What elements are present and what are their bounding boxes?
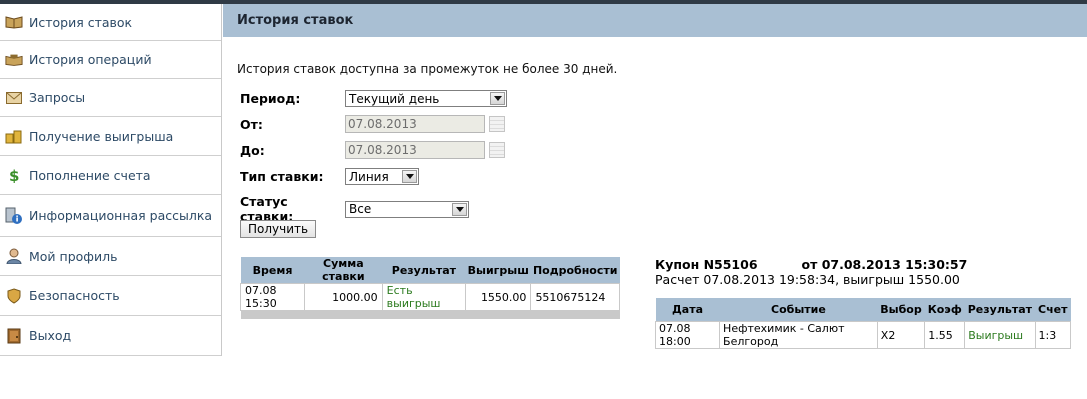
- to-date-value: 07.08.2013: [348, 143, 417, 157]
- coupon-heading: Купон N55106 от 07.08.2013 15:30:57: [655, 257, 967, 272]
- column-header: Результат: [382, 257, 466, 284]
- to-date-input[interactable]: 07.08.2013: [345, 141, 485, 159]
- cell-choice: X2: [876, 321, 926, 349]
- cell-coef: 1.55: [924, 321, 966, 349]
- sidebar: История ставок История операций Запросы …: [0, 4, 222, 356]
- column-header: Подробности: [530, 257, 620, 284]
- column-header: Результат: [964, 298, 1036, 322]
- bets-table: Время Сумма ставки Результат Выигрыш Под…: [239, 257, 620, 319]
- cell-event: Нефтехимик - Салют Белгород: [719, 321, 878, 349]
- from-label: От:: [240, 116, 263, 132]
- period-value: Текущий день: [349, 91, 440, 106]
- cell-score: 1:3: [1034, 321, 1072, 349]
- bet-type-row: Тип ставки: Линия: [240, 168, 419, 185]
- shield-icon: [5, 287, 23, 304]
- cell-result: Есть выигрыш: [381, 283, 467, 311]
- sidebar-item-label: Получение выигрыша: [29, 128, 174, 144]
- column-header: Время: [240, 257, 305, 284]
- table-row[interactable]: 07.08 15:30 1000.00 Есть выигрыш 1550.00…: [239, 283, 620, 311]
- chevron-down-icon: [402, 170, 417, 183]
- bet-type-select[interactable]: Линия: [345, 168, 419, 185]
- column-header: Дата: [655, 298, 720, 322]
- column-header: Выбор: [877, 298, 925, 322]
- page-title: История ставок: [237, 13, 354, 28]
- sidebar-item-profile[interactable]: Мой профиль: [0, 237, 221, 276]
- cell-time: 07.08 15:30: [239, 283, 306, 311]
- chevron-down-icon: [452, 202, 467, 216]
- from-date-input[interactable]: 07.08.2013: [345, 115, 485, 133]
- page-header: История ставок: [223, 4, 1087, 37]
- calendar-icon[interactable]: [489, 116, 505, 132]
- column-header: Сумма ставки: [304, 257, 383, 284]
- coupon-settlement: Расчет 07.08.2013 19:58:34, выигрыш 1550…: [655, 272, 960, 287]
- table-footer: [240, 310, 620, 319]
- period-row: Период: Текущий день: [240, 90, 507, 107]
- sidebar-item-newsletter[interactable]: Информационная рассылка: [0, 195, 221, 237]
- sidebar-item-label: Пополнение счета: [29, 167, 151, 183]
- svg-text:$: $: [9, 167, 19, 183]
- column-header: Счет: [1035, 298, 1071, 322]
- submit-button[interactable]: Получить: [240, 220, 317, 238]
- sidebar-item-label: Запросы: [29, 90, 86, 105]
- coins-icon: [5, 128, 23, 144]
- chevron-down-icon: [490, 92, 505, 105]
- column-header: Выигрыш: [465, 257, 531, 284]
- sidebar-item-logout[interactable]: Выход: [0, 316, 221, 356]
- coupon-date: от 07.08.2013 15:30:57: [801, 257, 968, 272]
- coupon-number: Купон N55106: [655, 257, 758, 272]
- book-icon: [5, 14, 23, 30]
- bet-status-value: Все: [349, 202, 372, 216]
- sidebar-item-label: Выход: [29, 328, 72, 343]
- period-select[interactable]: Текущий день: [345, 90, 507, 107]
- sidebar-item-requests[interactable]: Запросы: [0, 79, 221, 117]
- coupon-details: Купон N55106 от 07.08.2013 15:30:57 Расч…: [655, 257, 967, 287]
- table-header-row: Дата Событие Выбор Коэф Результат Счет: [655, 298, 1071, 322]
- sidebar-item-label: История ставок: [29, 14, 133, 30]
- envelope-icon: [5, 90, 23, 106]
- dollar-icon: $: [5, 167, 23, 183]
- column-header: Коэф: [924, 298, 965, 322]
- coupon-table: Дата Событие Выбор Коэф Результат Счет 0…: [654, 298, 1072, 349]
- to-label: До:: [240, 142, 265, 158]
- from-row: От: 07.08.2013: [240, 115, 505, 133]
- to-row: До: 07.08.2013: [240, 141, 505, 159]
- table-footer-bar: [240, 310, 620, 319]
- table-row: 07.08 18:00 Нефтехимик - Салют Белгород …: [654, 321, 1072, 349]
- column-header: Событие: [719, 298, 878, 322]
- sidebar-item-label: История операций: [29, 52, 152, 67]
- info-text: История ставок доступна за промежуток не…: [237, 62, 618, 76]
- user-icon: [5, 248, 23, 264]
- sidebar-item-label: Мой профиль: [29, 248, 118, 264]
- sidebar-item-winnings[interactable]: Получение выигрыша: [0, 117, 221, 156]
- bet-type-label: Тип ставки:: [240, 169, 324, 184]
- sidebar-item-deposit[interactable]: $ Пополнение счета: [0, 156, 221, 195]
- cell-result: Выигрыш: [964, 321, 1036, 349]
- sidebar-item-label: Информационная рассылка: [29, 208, 213, 223]
- sidebar-item-operation-history[interactable]: История операций: [0, 41, 221, 79]
- door-icon: [5, 328, 23, 344]
- cell-details[interactable]: 5510675124: [530, 283, 620, 311]
- from-date-value: 07.08.2013: [348, 117, 417, 131]
- cell-amount: 1000.00: [304, 283, 383, 311]
- cell-date: 07.08 18:00: [654, 321, 721, 349]
- sidebar-item-label: Безопасность: [29, 288, 120, 303]
- bet-status-select[interactable]: Все: [345, 200, 469, 218]
- sidebar-item-security[interactable]: Безопасность: [0, 276, 221, 316]
- info-icon: [5, 207, 23, 224]
- books-icon: [5, 52, 23, 68]
- cell-win: 1550.00: [465, 283, 532, 311]
- calendar-icon[interactable]: [489, 142, 505, 158]
- sidebar-item-bet-history[interactable]: История ставок: [0, 4, 221, 41]
- bet-type-value: Линия: [349, 169, 389, 184]
- table-header-row: Время Сумма ставки Результат Выигрыш Под…: [240, 257, 620, 284]
- period-label: Период:: [240, 91, 301, 106]
